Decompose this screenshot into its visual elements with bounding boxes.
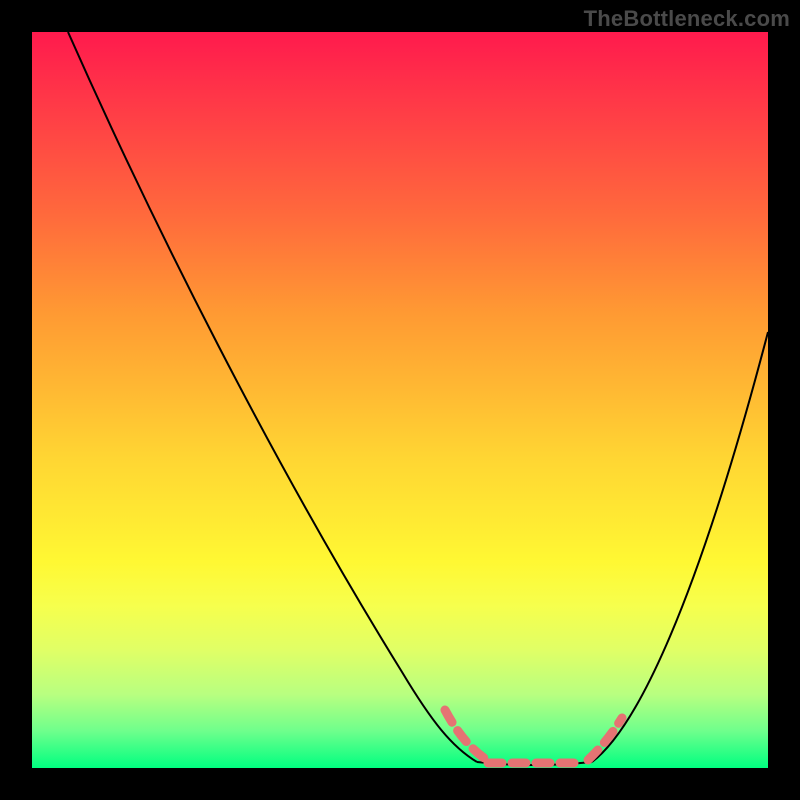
plot-area [32,32,768,768]
highlight-dash-right [588,718,622,760]
highlight-dash-left [445,710,484,758]
curve-layer [32,32,768,768]
chart-frame: TheBottleneck.com [0,0,800,800]
curve-right-ascent [592,332,768,762]
watermark-label: TheBottleneck.com [584,6,790,32]
curve-left-descent [68,32,477,762]
